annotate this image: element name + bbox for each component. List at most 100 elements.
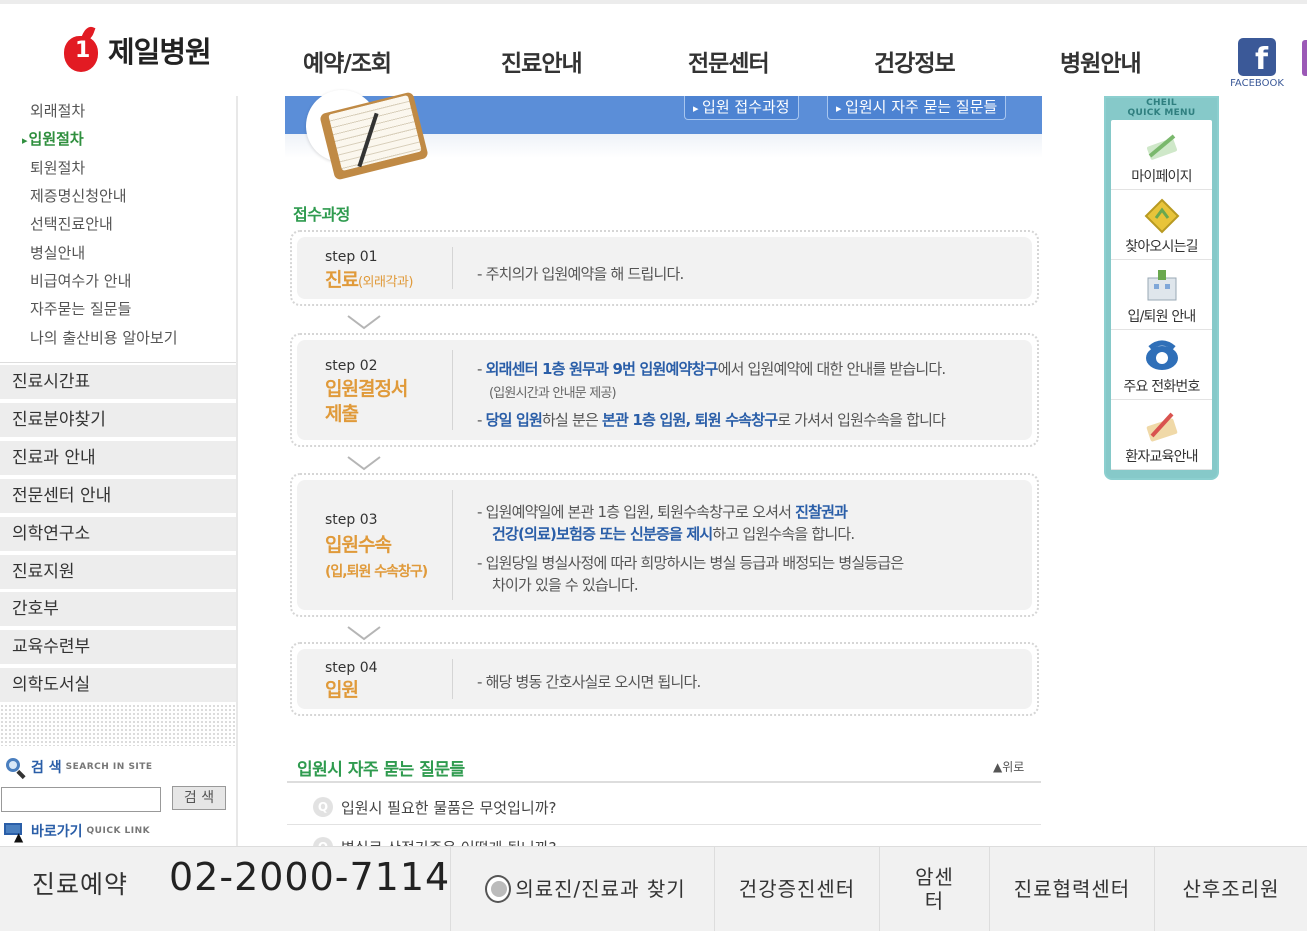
nav-hospital-guide[interactable]: 병원안내 [1060, 44, 1142, 78]
sidebar-divider [0, 362, 237, 363]
sidebar-sub-selective-care[interactable]: 선택진료안내 [30, 213, 113, 234]
step-text: - 주치의가 입원예약을 해 드립니다. [477, 265, 684, 283]
nav-reservation[interactable]: 예약/조회 [303, 44, 392, 78]
pencil-note-icon [1142, 126, 1182, 164]
cancer-center-link[interactable]: 암센터 [879, 847, 989, 931]
logo[interactable]: 1 제일병원 [62, 24, 212, 76]
sidebar-sub-outpatient[interactable]: 외래절차 [30, 100, 85, 121]
quick-menu-phone-numbers[interactable]: 주요 전화번호 [1111, 330, 1212, 400]
step-title: 입원수속 [325, 534, 392, 556]
step-arrow-icon [346, 455, 382, 471]
sidebar-sub-birth-cost[interactable]: 나의 출산비용 알아보기 [30, 327, 178, 348]
page: 1 제일병원 예약/조회 진료안내 전문센터 건강정보 병원안내 f FACEB… [0, 0, 1307, 931]
tab-admission-faq[interactable]: 입원시 자주 묻는 질문들 [827, 96, 1007, 120]
nav-health-info[interactable]: 건강정보 [874, 44, 956, 78]
step-title-line2: 제출 [325, 403, 359, 425]
hospital-building-icon [1142, 266, 1182, 304]
step-divider [452, 247, 453, 289]
quick-menu-directions[interactable]: 찾아오시는길 [1111, 190, 1212, 260]
postpartum-care-link[interactable]: 산후조리원 [1154, 847, 1307, 931]
sidebar-menu-schedule[interactable]: 진료시간표 [0, 365, 236, 401]
quick-menu: CHEIL QUICK MENU 마이페이지 찾아오시는길 입/퇴원 안내 주요… [1104, 96, 1219, 480]
sidebar-menu-support[interactable]: 진료지원 [0, 555, 236, 591]
tab-admission-process[interactable]: 입원 접수과정 [684, 96, 799, 120]
step-text: - 해당 병동 간호사실로 오시면 됩니다. [477, 673, 701, 691]
step-01-box: step 01 진료(외래각과) - 주치의가 입원예약을 해 드립니다. [290, 230, 1039, 306]
health-center-link[interactable]: 건강증진센터 [714, 847, 879, 931]
sidebar-sub-ward[interactable]: 병실안내 [30, 242, 85, 263]
sidebar-sub-certificate[interactable]: 제증명신청안내 [30, 185, 127, 206]
bottom-bar: 진료예약 02-2000-7114 의료진/진료과 찾기 건강증진센터 암센터 … [0, 846, 1307, 931]
sidebar-menu-centers[interactable]: 전문센터 안내 [0, 479, 236, 515]
find-doctor-link[interactable]: 의료진/진료과 찾기 [450, 847, 714, 931]
nav-specialty-center[interactable]: 전문센터 [688, 44, 770, 78]
search-subtitle: SEARCH IN SITE [65, 762, 153, 772]
facebook-link[interactable]: f FACEBOOK [1227, 38, 1287, 94]
logo-text: 제일병원 [108, 35, 212, 69]
quick-menu-mypage[interactable]: 마이페이지 [1111, 120, 1212, 190]
step-02-box: step 02 입원결정서 제출 - 외래센터 1층 원무과 9번 입원예약창구… [290, 333, 1039, 447]
step-divider [452, 350, 453, 430]
telephone-icon [1142, 336, 1182, 374]
cut-off-icon[interactable] [1302, 40, 1307, 76]
step-divider [452, 490, 453, 600]
sidebar-menu-research[interactable]: 의학연구소 [0, 517, 236, 553]
step-arrow-icon [346, 314, 382, 330]
sidebar-dotted-panel [0, 704, 236, 746]
search-title: 검 색 [31, 760, 62, 776]
step-03-box: step 03 입원수속 (입,퇴원 수속창구) - 입원예약일에 본관 1층 … [290, 473, 1039, 617]
sidebar-sub-noncovered-fees[interactable]: 비급여수가 안내 [30, 270, 131, 291]
quick-menu-patient-education[interactable]: 환자교육안내 [1111, 400, 1212, 470]
step-title: 입원 [325, 679, 359, 701]
step-arrow-icon [346, 625, 382, 641]
sidebar-sub-discharge[interactable]: 퇴원절차 [30, 157, 85, 178]
nav-treatment-guide[interactable]: 진료안내 [501, 44, 583, 78]
signpost-icon [1142, 196, 1182, 234]
step-title: 진료(외래각과) [325, 269, 413, 291]
search-input[interactable] [1, 787, 161, 812]
step-text: - 당일 입원하실 분은 본관 1층 입원, 퇴원 수속창구로 가셔서 입원수속… [477, 411, 946, 429]
cooperation-center-link[interactable]: 진료협력센터 [989, 847, 1154, 931]
education-book-icon [1142, 406, 1182, 444]
question-icon: Q [313, 797, 333, 817]
step-text: - 외래센터 1층 원무과 9번 입원예약창구에서 입원예약에 대한 안내를 받… [477, 360, 946, 378]
step-divider [452, 659, 453, 699]
search-icon [4, 756, 26, 780]
reservation-label: 진료예약 [32, 870, 129, 899]
step-number: step 04 [325, 660, 378, 676]
quick-menu-header: CHEIL QUICK MENU [1127, 98, 1196, 118]
top-border [0, 0, 1307, 4]
faq-list: Q 입원시 필요한 물품은 무엇입니까? Q 병실료 산정기준은 어떻게 됩니까… [287, 781, 1041, 865]
faq-question: 입원시 필요한 물품은 무엇입니까? [341, 799, 557, 817]
step-04-box: step 04 입원 - 해당 병동 간호사실로 오시면 됩니다. [290, 642, 1039, 716]
sidebar-menu-departments[interactable]: 진료과 안내 [0, 441, 236, 477]
doctor-icon [479, 871, 515, 907]
quick-menu-admission-guide[interactable]: 입/퇴원 안내 [1111, 260, 1212, 330]
sidebar-menu-library[interactable]: 의학도서실 [0, 668, 236, 704]
step-text: 건강(의료)보험증 또는 신분증을 제시하고 입원수속을 합니다. [492, 525, 855, 543]
sidebar-menu-nursing[interactable]: 간호부 [0, 592, 236, 628]
faq-item[interactable]: Q 입원시 필요한 물품은 무엇입니까? [287, 785, 1041, 825]
step-text: - 입원예약일에 본관 1층 입원, 퇴원수속창구로 오셔서 진찰권과 [477, 503, 848, 521]
sidebar-menu-find-field[interactable]: 진료분야찾기 [0, 403, 236, 439]
quick-link-header[interactable]: ▲ 바로가기 QUICK LINK [4, 820, 151, 844]
search-button[interactable]: 검 색 [172, 786, 226, 810]
step-subtitle: (입,퇴원 수속창구) [325, 564, 428, 580]
step-number: step 01 [325, 249, 378, 265]
apple-logo-icon: 1 [62, 24, 100, 76]
sidebar-menu-education[interactable]: 교육수련부 [0, 630, 236, 666]
facebook-icon: f [1238, 38, 1276, 77]
facebook-label: FACEBOOK [1230, 78, 1284, 89]
step-text: - 입원당일 병실사정에 따라 희망하시는 병실 등급과 배정되는 병실등급은 [477, 554, 904, 572]
quick-link-subtitle: QUICK LINK [86, 826, 151, 836]
sidebar-sub-admission[interactable]: 입원절차 [22, 128, 84, 149]
sidebar-sub-faq[interactable]: 자주묻는 질문들 [30, 298, 131, 319]
back-to-top-link[interactable]: ▲위로 [993, 758, 1024, 775]
faq-title: 입원시 자주 묻는 질문들 [297, 760, 465, 780]
quick-link-title: 바로가기 [31, 824, 83, 840]
notebook-icon [300, 90, 460, 181]
step-text: 차이가 있을 수 있습니다. [492, 576, 639, 594]
step-title: 입원결정서 [325, 378, 408, 400]
sidebar-edge [236, 96, 238, 848]
step-note: (입원시간과 안내문 제공) [489, 386, 617, 401]
